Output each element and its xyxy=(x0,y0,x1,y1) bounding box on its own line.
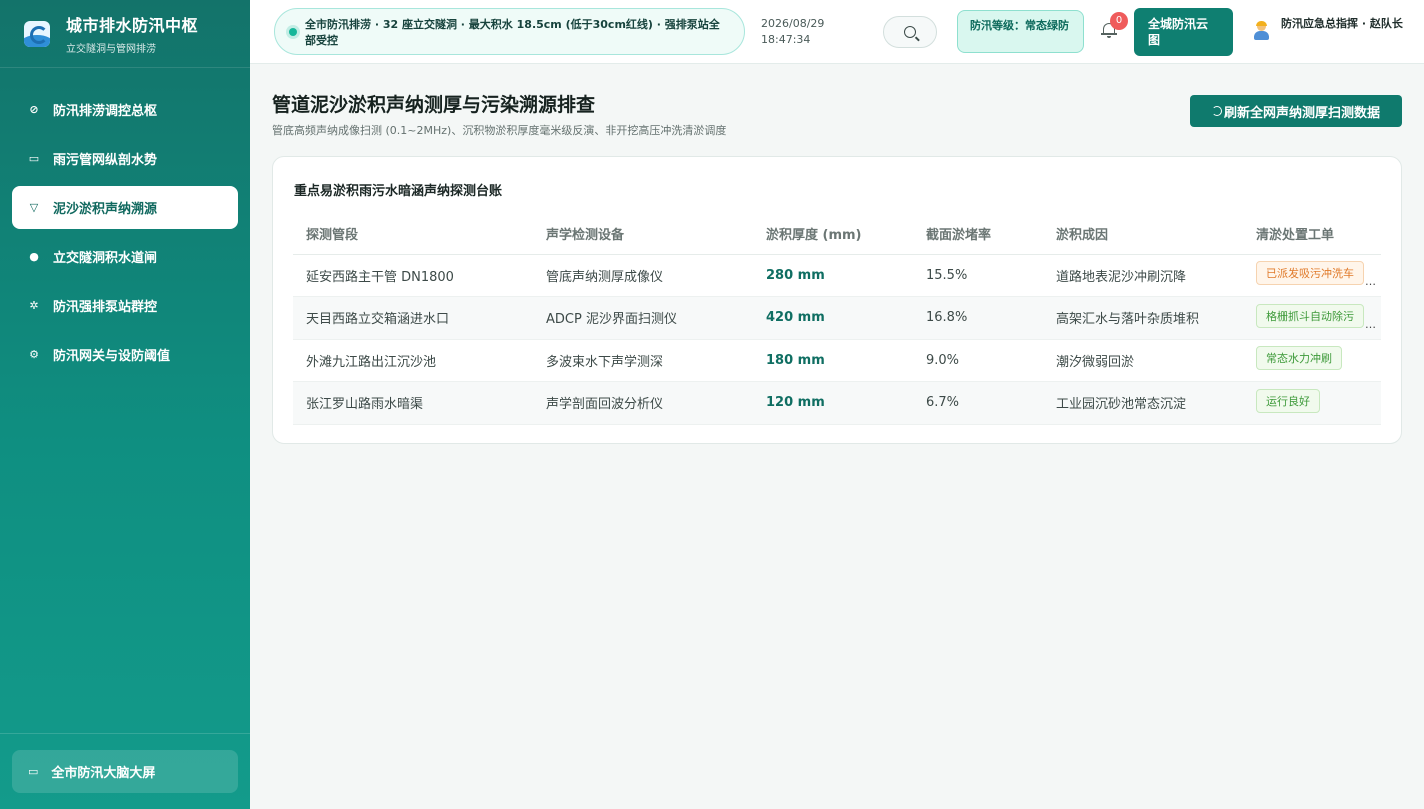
table-row[interactable]: 延安西路主干管 DN1800 管底声纳测厚成像仪 280 mm 15.5% 道路地表泥沙… xyxy=(293,254,1381,297)
datetime: 2026/08/29 18:47:34 xyxy=(761,16,824,48)
table-row[interactable]: 张江罗山路雨水暗渠 声学剖面回波分析仪 120 mm 6.7% 工业园沉砂池常态沉淀 运行… xyxy=(293,381,1381,425)
ledger-title: 重点易淤积雨污水暗涵声纳探测台账 xyxy=(294,184,503,199)
avatar xyxy=(1253,21,1269,40)
table-header-row: 探测管段 声学检测设备 淤积厚度 (mm) 截面淤堵率 淤积成因 清淤处置工单 xyxy=(293,213,1381,255)
cell-order: 运行良好 xyxy=(1243,381,1381,425)
cell-thickness: 280 mm xyxy=(753,254,913,297)
brand-subtitle: 立交隧洞与管网排涝 xyxy=(66,44,156,55)
cell-blockage: 15.5% xyxy=(913,254,1043,297)
ledger-card: 重点易淤积雨污水暗涵声纳探测台账 探测管段 声学检测设备 淤积厚度 (mm) 截面淤堵… xyxy=(272,156,1402,444)
cell-blockage: 9.0% xyxy=(913,339,1043,382)
cell-thickness: 420 mm xyxy=(753,296,913,340)
top-bar: 全市防汛排涝 · 32 座立交隧洞 · 最大积水 18.5cm (低于30cm红… xyxy=(250,0,1424,64)
sidebar-footer: ▭ 全市防汛大脑大屏 xyxy=(0,733,250,809)
cell-segment: 张江罗山路雨水暗渠 xyxy=(293,381,533,425)
big-screen-label: 全市防汛大脑大屏 xyxy=(51,766,156,781)
sidebar-item-2[interactable]: ▽ 泥沙淤积声纳溯源 xyxy=(12,186,238,229)
compass-icon: ⊘ xyxy=(29,103,39,116)
alert-circle-icon: ● xyxy=(29,250,39,263)
column-header: 淤积成因 xyxy=(1043,213,1243,255)
cell-device: 管底声纳测厚成像仪 xyxy=(533,254,753,297)
table-row[interactable]: 天目西路立交箱涵进水口 ADCP 泥沙界面扫测仪 420 mm 16.8% 高架汇水与落… xyxy=(293,296,1381,340)
user-name: 防汛应急总指挥 · 赵队长 xyxy=(1281,17,1403,30)
cell-cause: 高架汇水与落叶杂质堆积 xyxy=(1043,296,1243,340)
sidebar-item-label: 立交隧洞积水道闸 xyxy=(53,251,158,266)
cell-segment: 外滩九江路出江沉沙池 xyxy=(293,339,533,382)
time-text: 18:47:34 xyxy=(761,33,811,46)
brand-title: 城市排水防汛中枢 xyxy=(66,16,199,35)
table-row[interactable]: 外滩九江路出江沉沙池 多波束水下声学测深 180 mm 9.0% 潮汐微弱回淤 常态水力冲… xyxy=(293,339,1381,382)
work-order-tag[interactable]: 常态水力冲刷 xyxy=(1256,346,1342,371)
column-header: 截面淤堵率 xyxy=(913,213,1043,255)
cell-device: 声学剖面回波分析仪 xyxy=(533,381,753,425)
main-content: 管道泥沙淤积声纳测厚与污染溯源排查 管底高频声纳成像扫测 (0.1~2MHz)、… xyxy=(250,64,1424,809)
search-icon xyxy=(904,26,916,38)
cell-device: ADCP 泥沙界面扫测仪 xyxy=(533,296,753,340)
cell-blockage: 6.7% xyxy=(913,381,1043,425)
sidebar-item-label: 泥沙淤积声纳溯源 xyxy=(53,202,158,217)
monitor-icon: ▭ xyxy=(28,152,40,165)
notification-count: 0 xyxy=(1110,12,1128,30)
search-button[interactable] xyxy=(883,16,937,48)
gear-icon: ⚙ xyxy=(29,348,39,361)
cell-cause: 潮汐微弱回淤 xyxy=(1043,339,1243,382)
cell-cause: 工业园沉砂池常态沉淀 xyxy=(1043,381,1243,425)
cell-order: 格栅抓斗自动除污… xyxy=(1243,296,1381,340)
page-title: 管道泥沙淤积声纳测厚与污染溯源排查 xyxy=(272,94,596,116)
filter-icon: ▽ xyxy=(29,201,39,214)
sidebar-item-3[interactable]: ● 立交隧洞积水道闸 xyxy=(12,235,238,278)
column-header: 声学检测设备 xyxy=(533,213,753,255)
column-header: 探测管段 xyxy=(293,213,533,255)
column-header: 清淤处置工单 xyxy=(1243,213,1381,255)
cell-order: 已派发吸污冲洗车… xyxy=(1243,254,1381,297)
date-text: 2026/08/29 xyxy=(761,17,825,30)
cell-thickness: 180 mm xyxy=(753,339,913,382)
sidebar-item-label: 防汛网关与设防阈值 xyxy=(53,349,171,364)
refresh-button-label: 刷新全网声纳测厚扫测数据 xyxy=(1223,105,1380,121)
status-ticker: 全市防汛排涝 · 32 座立交隧洞 · 最大积水 18.5cm (低于30cm红… xyxy=(274,8,745,55)
cell-segment: 延安西路主干管 DN1800 xyxy=(293,254,533,297)
page-subtitle: 管底高频声纳成像扫测 (0.1~2MHz)、沉积物淤积厚度毫米级反演、非开挖高压… xyxy=(272,124,727,137)
sidebar: 城市排水防汛中枢 立交隧洞与管网排涝 ⊘ 防汛排涝调控总枢 ▭ 雨污管网纵剖水势 ▽ 泥沙… xyxy=(0,0,250,809)
cell-thickness: 120 mm xyxy=(753,381,913,425)
ellipsis-icon: … xyxy=(1365,275,1376,289)
sidebar-item-1[interactable]: ▭ 雨污管网纵剖水势 xyxy=(12,137,238,180)
brand: 城市排水防汛中枢 立交隧洞与管网排涝 xyxy=(0,0,250,68)
wave-logo-icon xyxy=(24,20,50,47)
refresh-icon xyxy=(1211,106,1222,116)
cell-segment: 天目西路立交箱涵进水口 xyxy=(293,296,533,340)
work-order-tag[interactable]: 运行良好 xyxy=(1256,388,1320,413)
big-screen-button[interactable]: ▭ 全市防汛大脑大屏 xyxy=(12,750,238,793)
sidebar-item-0[interactable]: ⊘ 防汛排涝调控总枢 xyxy=(12,88,238,131)
user-menu[interactable]: 防汛应急总指挥 · 赵队长 xyxy=(1253,16,1421,40)
sidebar-nav: ⊘ 防汛排涝调控总枢 ▭ 雨污管网纵剖水势 ▽ 泥沙淤积声纳溯源 ● 立交隧洞积水道闸 ✲ 防汛强… xyxy=(0,68,250,376)
flood-level-badge: 防汛等级：常态绿防 xyxy=(957,10,1084,53)
sidebar-item-label: 防汛强排泵站群控 xyxy=(53,300,158,315)
flood-cloud-map-button[interactable]: 全城防汛云图 xyxy=(1134,8,1233,56)
loader-icon: ✲ xyxy=(29,299,39,312)
sidebar-item-label: 雨污管网纵剖水势 xyxy=(53,153,158,168)
sidebar-item-5[interactable]: ⚙ 防汛网关与设防阈值 xyxy=(12,333,238,376)
screen-icon: ▭ xyxy=(28,765,39,778)
refresh-scan-button[interactable]: 刷新全网声纳测厚扫测数据 xyxy=(1190,95,1402,127)
cell-cause: 道路地表泥沙冲刷沉降 xyxy=(1043,254,1243,297)
sidebar-item-4[interactable]: ✲ 防汛强排泵站群控 xyxy=(12,284,238,327)
cell-device: 多波束水下声学测深 xyxy=(533,339,753,382)
column-header: 淤积厚度 (mm) xyxy=(753,213,913,255)
ticker-text: 全市防汛排涝 · 32 座立交隧洞 · 最大积水 18.5cm (低于30cm红… xyxy=(305,18,720,47)
cell-blockage: 16.8% xyxy=(913,296,1043,340)
ellipsis-icon: … xyxy=(1365,317,1376,331)
sidebar-item-label: 防汛排涝调控总枢 xyxy=(53,104,158,119)
work-order-tag[interactable]: 格栅抓斗自动除污 xyxy=(1256,303,1364,328)
cell-order: 常态水力冲刷 xyxy=(1243,339,1381,382)
work-order-tag[interactable]: 已派发吸污冲洗车 xyxy=(1256,261,1364,286)
ledger-table: 探测管段 声学检测设备 淤积厚度 (mm) 截面淤堵率 淤积成因 清淤处置工单 延安西路主… xyxy=(293,213,1381,425)
live-dot-icon xyxy=(289,28,297,36)
